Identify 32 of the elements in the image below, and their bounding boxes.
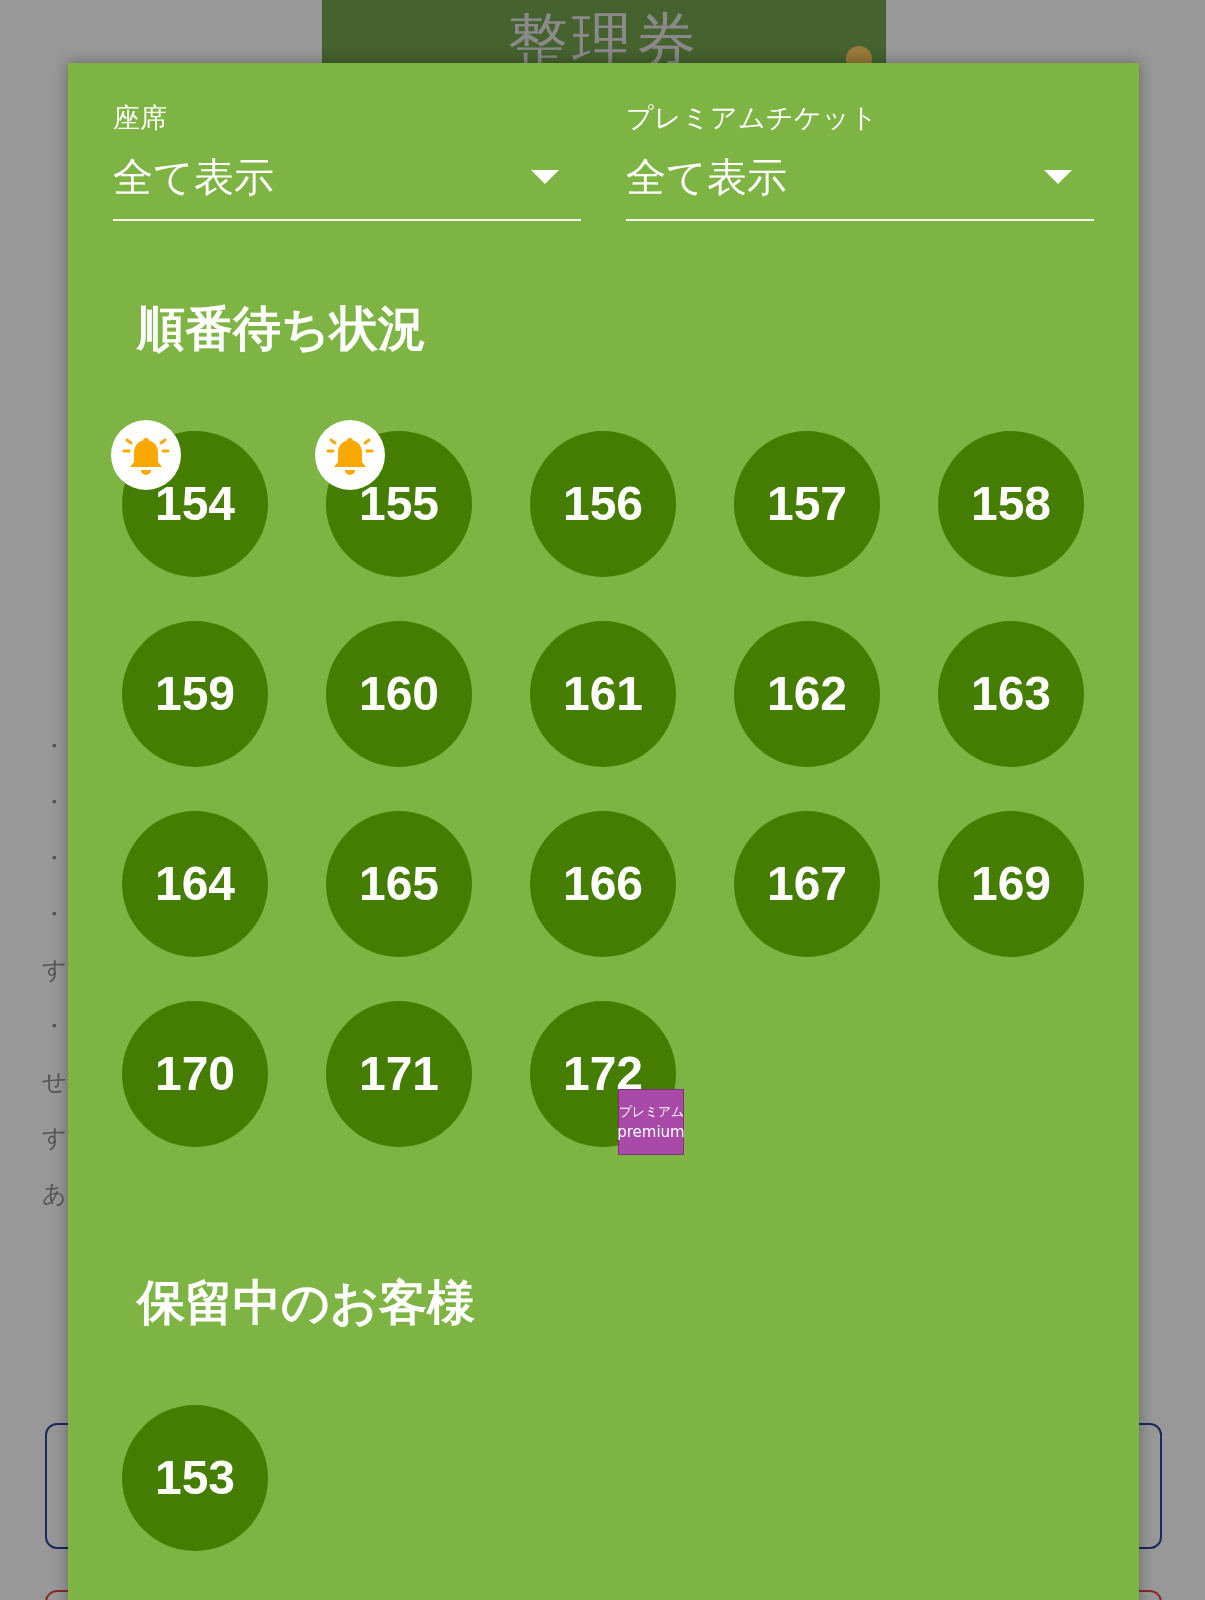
section-heading: 順番待ち状況 [137, 302, 426, 354]
dropdown-caret-icon [1044, 170, 1072, 184]
text-fragment: ・ [42, 899, 66, 930]
dropdown-caret-icon [531, 170, 559, 184]
ticket-number[interactable]: 153 [122, 1405, 268, 1551]
ticket-number[interactable]: 171 [326, 1001, 472, 1147]
ticket-number[interactable]: 167 [734, 811, 880, 957]
ticket-number[interactable]: 158 [938, 431, 1084, 577]
ticket-number[interactable]: 164 [122, 811, 268, 957]
ticket-number[interactable]: 160 [326, 621, 472, 767]
text-fragment: す [42, 955, 67, 986]
field-label: 座席 [113, 101, 167, 135]
text-fragment: せ [42, 1067, 67, 1098]
text-fragment: ・ [42, 787, 66, 818]
text-fragment: ・ [42, 843, 66, 874]
text-fragment: ・ [42, 731, 66, 762]
ticket-number[interactable]: 156 [530, 431, 676, 577]
field-label: プレミアムチケット [626, 101, 878, 135]
premium-badge: プレミアム premium [618, 1089, 684, 1155]
ticket-number[interactable]: 162 [734, 621, 880, 767]
ticket-number[interactable]: 170 [122, 1001, 268, 1147]
ticket-number[interactable]: 161 [530, 621, 676, 767]
ticket-number[interactable]: 157 [734, 431, 880, 577]
ticket-number[interactable]: 163 [938, 621, 1084, 767]
text-fragment: す [42, 1123, 67, 1154]
section-heading: 保留中のお客様 [137, 1276, 475, 1328]
text-fragment: ・ [42, 1011, 66, 1042]
ticket-number[interactable]: 165 [326, 811, 472, 957]
text-fragment: あ [42, 1179, 67, 1210]
ticket-number[interactable]: 159 [122, 621, 268, 767]
ticket-number[interactable]: 166 [530, 811, 676, 957]
ticket-number[interactable]: 169 [938, 811, 1084, 957]
